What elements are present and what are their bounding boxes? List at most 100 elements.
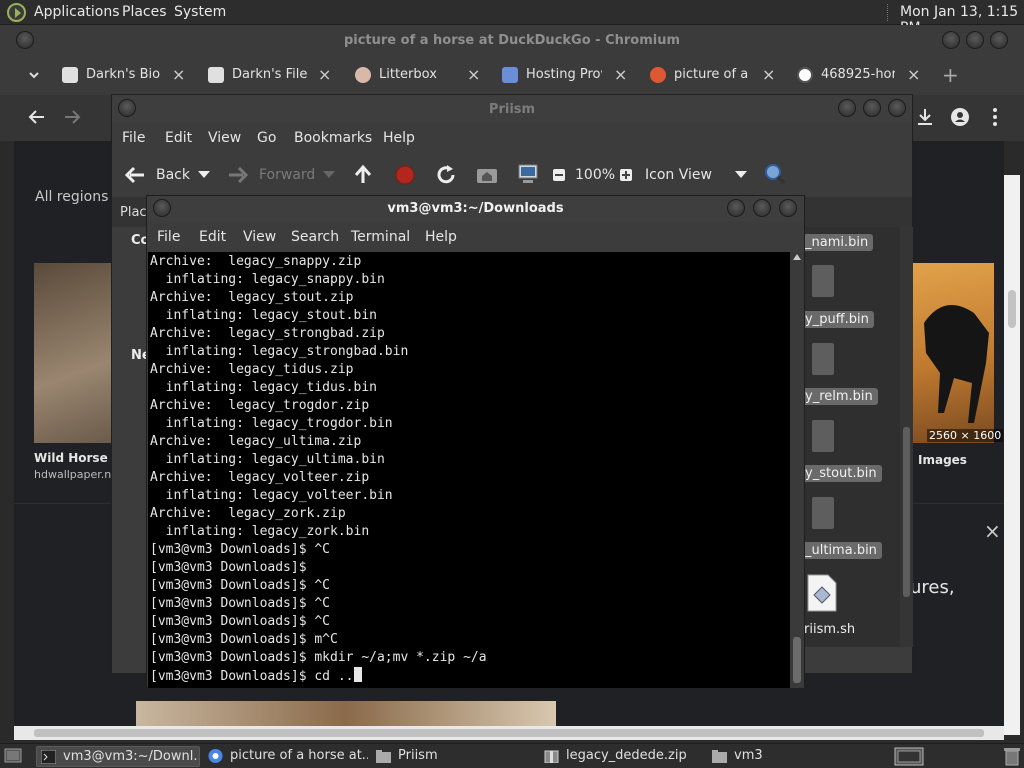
file-icon[interactable] <box>812 265 834 297</box>
show-desktop-icon[interactable] <box>4 748 22 764</box>
task-chromium[interactable]: picture of a horse at... <box>204 746 368 767</box>
terminal-scrollbar[interactable] <box>790 252 804 688</box>
menu-file[interactable]: File <box>122 130 145 146</box>
kebab-menu-icon[interactable] <box>992 107 998 127</box>
terminal-titlebar[interactable]: vm3@vm3:~/Downloads <box>147 196 804 222</box>
back-arrow-icon[interactable] <box>124 165 146 185</box>
back-arrow-icon[interactable] <box>28 109 46 125</box>
back-dropdown-icon[interactable] <box>198 171 210 179</box>
computer-icon[interactable] <box>517 163 539 185</box>
tab-darkns-file[interactable]: Darkn's File l × <box>208 65 338 89</box>
tab-search-chevron-icon[interactable] <box>28 69 40 81</box>
close-button[interactable] <box>990 31 1008 49</box>
places-menu[interactable]: Places <box>122 4 167 20</box>
up-arrow-icon[interactable] <box>353 163 373 185</box>
file-icon[interactable] <box>812 497 834 529</box>
terminal-line: [vm3@vm3 Downloads]$ ^C <box>150 596 331 611</box>
close-panel-icon[interactable]: × <box>984 519 1001 543</box>
task-prism[interactable]: Priism <box>372 746 536 767</box>
menu-help[interactable]: Help <box>383 130 415 146</box>
terminal-output[interactable]: Archive: legacy_snappy.zip inflating: le… <box>148 252 790 688</box>
forward-button[interactable]: Forward <box>259 167 315 183</box>
reload-icon[interactable] <box>435 164 457 186</box>
tab-close-icon[interactable]: × <box>467 65 480 84</box>
menu-file[interactable]: File <box>157 229 180 245</box>
forward-arrow-icon[interactable] <box>63 109 81 125</box>
menu-view[interactable]: View <box>208 130 241 146</box>
profile-avatar-icon[interactable] <box>950 107 970 127</box>
menu-edit[interactable]: Edit <box>199 229 226 245</box>
region-filter[interactable]: All regions <box>35 189 108 205</box>
menu-terminal[interactable]: Terminal <box>351 229 410 245</box>
horses-image[interactable] <box>136 701 556 726</box>
menu-view[interactable]: View <box>243 229 276 245</box>
tab-close-icon[interactable]: × <box>614 65 627 84</box>
system-menu[interactable]: System <box>174 4 226 20</box>
forward-arrow-icon[interactable] <box>227 165 249 185</box>
tab-duckduckgo[interactable]: picture of a h × <box>650 65 780 89</box>
menu-search[interactable]: Search <box>291 229 339 245</box>
tab-close-icon[interactable]: × <box>172 65 185 84</box>
file-item[interactable]: _ultima.bin <box>800 542 882 559</box>
zoom-out-icon[interactable] <box>552 168 566 182</box>
script-file-icon[interactable] <box>806 573 838 613</box>
menu-edit[interactable]: Edit <box>165 130 192 146</box>
applications-menu[interactable]: Applications <box>34 4 120 20</box>
prism-titlebar[interactable]: Priism <box>112 95 912 123</box>
menu-bookmarks[interactable]: Bookmarks <box>294 130 372 146</box>
home-folder-icon[interactable] <box>476 164 498 184</box>
zoom-in-icon[interactable] <box>619 168 633 182</box>
prism-scrollbar[interactable] <box>900 227 913 647</box>
file-icon[interactable] <box>812 343 834 375</box>
maximize-button[interactable] <box>966 31 984 49</box>
places-label[interactable]: Plac <box>120 205 147 220</box>
view-mode-select[interactable]: Icon View <box>645 167 712 183</box>
file-item[interactable]: _nami.bin <box>800 234 874 251</box>
maximize-button[interactable] <box>863 99 881 117</box>
file-item[interactable]: y_stout.bin <box>800 465 882 482</box>
tab-close-icon[interactable]: × <box>907 65 920 84</box>
terminal-prompt-line[interactable]: [vm3@vm3 Downloads]$ cd .. <box>150 667 487 686</box>
file-item[interactable]: riism.sh <box>804 622 855 637</box>
black-horse-image[interactable] <box>904 263 994 443</box>
file-item[interactable]: y_puff.bin <box>800 311 874 328</box>
close-button[interactable] <box>888 99 906 117</box>
view-mode-dropdown-icon[interactable] <box>735 171 747 179</box>
minimize-button[interactable] <box>727 199 745 217</box>
file-icon[interactable] <box>812 420 834 452</box>
file-item[interactable]: y_relm.bin <box>800 388 878 405</box>
minimize-button[interactable] <box>838 99 856 117</box>
stop-icon[interactable] <box>394 164 416 186</box>
trash-icon[interactable] <box>1004 747 1020 766</box>
tab-close-icon[interactable]: × <box>762 65 775 84</box>
chromium-titlebar[interactable]: picture of a horse at DuckDuckGo - Chrom… <box>0 25 1024 57</box>
tab-wordpress[interactable]: 468925-hor × <box>797 65 927 89</box>
close-button[interactable] <box>779 199 797 217</box>
menu-help[interactable]: Help <box>425 229 457 245</box>
tab-close-icon[interactable]: × <box>318 65 331 84</box>
new-tab-icon[interactable]: + <box>942 63 959 87</box>
tab-hosting[interactable]: Hosting Prov × <box>502 65 632 89</box>
download-icon[interactable] <box>916 107 934 127</box>
page-horizontal-scrollbar[interactable] <box>14 726 1004 740</box>
wild-horse-image[interactable] <box>34 263 116 443</box>
workspace-switcher-icon[interactable] <box>894 747 924 766</box>
back-button[interactable]: Back <box>156 167 190 183</box>
menu-go[interactable]: Go <box>257 130 276 146</box>
maximize-button[interactable] <box>753 199 771 217</box>
search-icon[interactable] <box>763 162 787 186</box>
minimize-button[interactable] <box>942 31 960 49</box>
terminal-command-input[interactable]: [vm3@vm3 Downloads]$ cd .. <box>150 669 354 684</box>
task-terminal[interactable]: vm3@vm3:~/Downl... <box>36 746 200 767</box>
image-caption[interactable]: Images <box>918 453 967 467</box>
scroll-up-icon[interactable] <box>793 254 801 260</box>
applications-logo-icon[interactable] <box>7 3 26 22</box>
task-vm3-folder[interactable]: vm3 <box>708 746 872 767</box>
zoom-level[interactable]: 100% <box>575 167 615 183</box>
tab-strip: Darkn's Bio × Darkn's File l × Litterbox… <box>0 57 1024 95</box>
page-vertical-scrollbar[interactable] <box>1004 175 1020 735</box>
task-archive[interactable]: legacy_dedede.zip <box>540 746 704 767</box>
tab-darkns-bio[interactable]: Darkn's Bio × <box>62 65 192 89</box>
prism-toolbar: Back Forward 100% Icon View <box>112 153 912 197</box>
tab-litterbox[interactable]: Litterbox × <box>355 65 485 89</box>
